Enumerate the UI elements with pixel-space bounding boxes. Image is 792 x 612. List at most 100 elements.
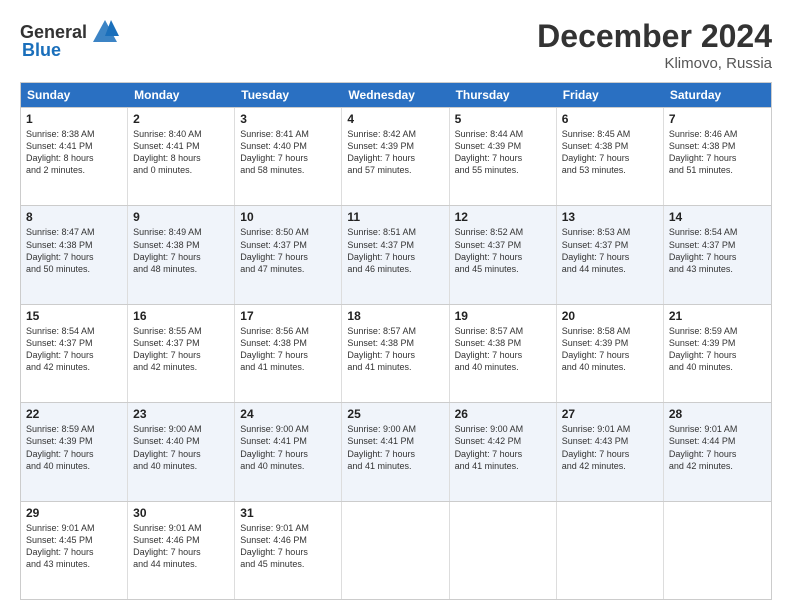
- day-number: 3: [240, 112, 336, 126]
- header-wednesday: Wednesday: [342, 83, 449, 107]
- cal-cell: 21Sunrise: 8:59 AMSunset: 4:39 PMDayligh…: [664, 305, 771, 402]
- day-number: 2: [133, 112, 229, 126]
- day-number: 19: [455, 309, 551, 323]
- cal-cell: 14Sunrise: 8:54 AMSunset: 4:37 PMDayligh…: [664, 206, 771, 303]
- cell-info: Sunrise: 9:01 AMSunset: 4:44 PMDaylight:…: [669, 423, 766, 472]
- cal-cell: 28 Sunrise: 9:01 AMSunset: 4:44 PMDayligh…: [664, 403, 771, 500]
- cal-cell: 12 Sunrise: 8:52 AMSunset: 4:37 PMDayligh…: [450, 206, 557, 303]
- day-number: 23: [133, 407, 229, 421]
- day-number: 15: [26, 309, 122, 323]
- day-number: 29: [26, 506, 122, 520]
- calendar-week-1: 1 Sunrise: 8:38 AMSunset: 4:41 PMDaylight…: [21, 107, 771, 205]
- cell-info: Sunrise: 8:47 AMSunset: 4:38 PMDaylight:…: [26, 226, 122, 275]
- cal-cell: 23 Sunrise: 9:00 AMSunset: 4:40 PMDayligh…: [128, 403, 235, 500]
- header: General Blue December 2024 Klimovo, Russ…: [20, 18, 772, 72]
- cal-cell: [342, 502, 449, 599]
- header-friday: Friday: [557, 83, 664, 107]
- cal-cell: 4Sunrise: 8:42 AMSunset: 4:39 PMDaylight…: [342, 108, 449, 205]
- cal-cell: 2 Sunrise: 8:40 AMSunset: 4:41 PMDaylight…: [128, 108, 235, 205]
- title-area: December 2024 Klimovo, Russia: [537, 18, 772, 72]
- cal-cell: 9Sunrise: 8:49 AMSunset: 4:38 PMDaylight…: [128, 206, 235, 303]
- calendar-week-5: 29 Sunrise: 9:01 AMSunset: 4:45 PMDayligh…: [21, 501, 771, 599]
- day-number: 8: [26, 210, 122, 224]
- cell-info: Sunrise: 9:01 AMSunset: 4:46 PMDaylight:…: [240, 522, 336, 571]
- calendar-week-3: 15 Sunrise: 8:54 AMSunset: 4:37 PMDayligh…: [21, 304, 771, 402]
- cell-info: Sunrise: 9:00 AMSunset: 4:40 PMDaylight:…: [133, 423, 229, 472]
- cell-info: Sunrise: 8:54 AMSunset: 4:37 PMDaylight:…: [669, 226, 766, 275]
- day-number: 16: [133, 309, 229, 323]
- cal-cell: 6Sunrise: 8:45 AMSunset: 4:38 PMDaylight…: [557, 108, 664, 205]
- day-number: 26: [455, 407, 551, 421]
- logo-blue: Blue: [22, 40, 61, 61]
- cell-info: Sunrise: 8:49 AMSunset: 4:38 PMDaylight:…: [133, 226, 229, 275]
- cell-info: Sunrise: 8:41 AMSunset: 4:40 PMDaylight:…: [240, 128, 336, 177]
- cal-cell: 17 Sunrise: 8:56 AMSunset: 4:38 PMDayligh…: [235, 305, 342, 402]
- cal-cell: 24 Sunrise: 9:00 AMSunset: 4:41 PMDayligh…: [235, 403, 342, 500]
- day-number: 7: [669, 112, 766, 126]
- cell-info: Sunrise: 8:53 AMSunset: 4:37 PMDaylight:…: [562, 226, 658, 275]
- cell-info: Sunrise: 8:56 AMSunset: 4:38 PMDaylight:…: [240, 325, 336, 374]
- cal-cell: 13 Sunrise: 8:53 AMSunset: 4:37 PMDayligh…: [557, 206, 664, 303]
- day-number: 1: [26, 112, 122, 126]
- cell-info: Sunrise: 8:59 AMSunset: 4:39 PMDaylight:…: [26, 423, 122, 472]
- cell-info: Sunrise: 9:00 AMSunset: 4:41 PMDaylight:…: [240, 423, 336, 472]
- cal-cell: 3 Sunrise: 8:41 AMSunset: 4:40 PMDaylight…: [235, 108, 342, 205]
- cell-info: Sunrise: 8:55 AMSunset: 4:37 PMDaylight:…: [133, 325, 229, 374]
- calendar-week-2: 8 Sunrise: 8:47 AMSunset: 4:38 PMDaylight…: [21, 205, 771, 303]
- cal-cell: 26 Sunrise: 9:00 AMSunset: 4:42 PMDayligh…: [450, 403, 557, 500]
- cal-cell: [450, 502, 557, 599]
- day-number: 12: [455, 210, 551, 224]
- day-number: 5: [455, 112, 551, 126]
- day-number: 17: [240, 309, 336, 323]
- cal-cell: 27Sunrise: 9:01 AMSunset: 4:43 PMDayligh…: [557, 403, 664, 500]
- cell-info: Sunrise: 8:51 AMSunset: 4:37 PMDaylight:…: [347, 226, 443, 275]
- header-thursday: Thursday: [450, 83, 557, 107]
- cal-cell: 5 Sunrise: 8:44 AMSunset: 4:39 PMDaylight…: [450, 108, 557, 205]
- day-number: 4: [347, 112, 443, 126]
- calendar: Sunday Monday Tuesday Wednesday Thursday…: [20, 82, 772, 600]
- cell-info: Sunrise: 8:52 AMSunset: 4:37 PMDaylight:…: [455, 226, 551, 275]
- day-number: 21: [669, 309, 766, 323]
- cell-info: Sunrise: 8:57 AMSunset: 4:38 PMDaylight:…: [455, 325, 551, 374]
- cal-cell: 1 Sunrise: 8:38 AMSunset: 4:41 PMDaylight…: [21, 108, 128, 205]
- cal-cell: 25Sunrise: 9:00 AMSunset: 4:41 PMDayligh…: [342, 403, 449, 500]
- day-number: 30: [133, 506, 229, 520]
- cal-cell: 30 Sunrise: 9:01 AMSunset: 4:46 PMDayligh…: [128, 502, 235, 599]
- cell-info: Sunrise: 8:40 AMSunset: 4:41 PMDaylight:…: [133, 128, 229, 177]
- cell-info: Sunrise: 8:54 AMSunset: 4:37 PMDaylight:…: [26, 325, 122, 374]
- day-number: 22: [26, 407, 122, 421]
- cal-cell: [664, 502, 771, 599]
- day-number: 11: [347, 210, 443, 224]
- calendar-header: Sunday Monday Tuesday Wednesday Thursday…: [21, 83, 771, 107]
- day-number: 18: [347, 309, 443, 323]
- day-number: 10: [240, 210, 336, 224]
- cal-cell: [557, 502, 664, 599]
- day-number: 31: [240, 506, 336, 520]
- day-number: 24: [240, 407, 336, 421]
- day-number: 6: [562, 112, 658, 126]
- cell-info: Sunrise: 8:57 AMSunset: 4:38 PMDaylight:…: [347, 325, 443, 374]
- cal-cell: 7Sunrise: 8:46 AMSunset: 4:38 PMDaylight…: [664, 108, 771, 205]
- cal-cell: 20 Sunrise: 8:58 AMSunset: 4:39 PMDayligh…: [557, 305, 664, 402]
- day-number: 20: [562, 309, 658, 323]
- cell-info: Sunrise: 8:58 AMSunset: 4:39 PMDaylight:…: [562, 325, 658, 374]
- cal-cell: 16 Sunrise: 8:55 AMSunset: 4:37 PMDayligh…: [128, 305, 235, 402]
- day-number: 13: [562, 210, 658, 224]
- cell-info: Sunrise: 8:44 AMSunset: 4:39 PMDaylight:…: [455, 128, 551, 177]
- calendar-week-4: 22 Sunrise: 8:59 AMSunset: 4:39 PMDayligh…: [21, 402, 771, 500]
- cell-info: Sunrise: 9:01 AMSunset: 4:46 PMDaylight:…: [133, 522, 229, 571]
- cal-cell: 10 Sunrise: 8:50 AMSunset: 4:37 PMDayligh…: [235, 206, 342, 303]
- logo-icon: [91, 18, 119, 46]
- cell-info: Sunrise: 8:50 AMSunset: 4:37 PMDaylight:…: [240, 226, 336, 275]
- day-number: 28: [669, 407, 766, 421]
- logo: General Blue: [20, 18, 119, 61]
- cell-info: Sunrise: 8:38 AMSunset: 4:41 PMDaylight:…: [26, 128, 122, 177]
- cell-info: Sunrise: 9:01 AMSunset: 4:45 PMDaylight:…: [26, 522, 122, 571]
- cell-info: Sunrise: 9:00 AMSunset: 4:42 PMDaylight:…: [455, 423, 551, 472]
- cal-cell: 8 Sunrise: 8:47 AMSunset: 4:38 PMDaylight…: [21, 206, 128, 303]
- page: General Blue December 2024 Klimovo, Russ…: [0, 0, 792, 612]
- cal-cell: 19 Sunrise: 8:57 AMSunset: 4:38 PMDayligh…: [450, 305, 557, 402]
- day-number: 25: [347, 407, 443, 421]
- day-number: 27: [562, 407, 658, 421]
- cal-cell: 15 Sunrise: 8:54 AMSunset: 4:37 PMDayligh…: [21, 305, 128, 402]
